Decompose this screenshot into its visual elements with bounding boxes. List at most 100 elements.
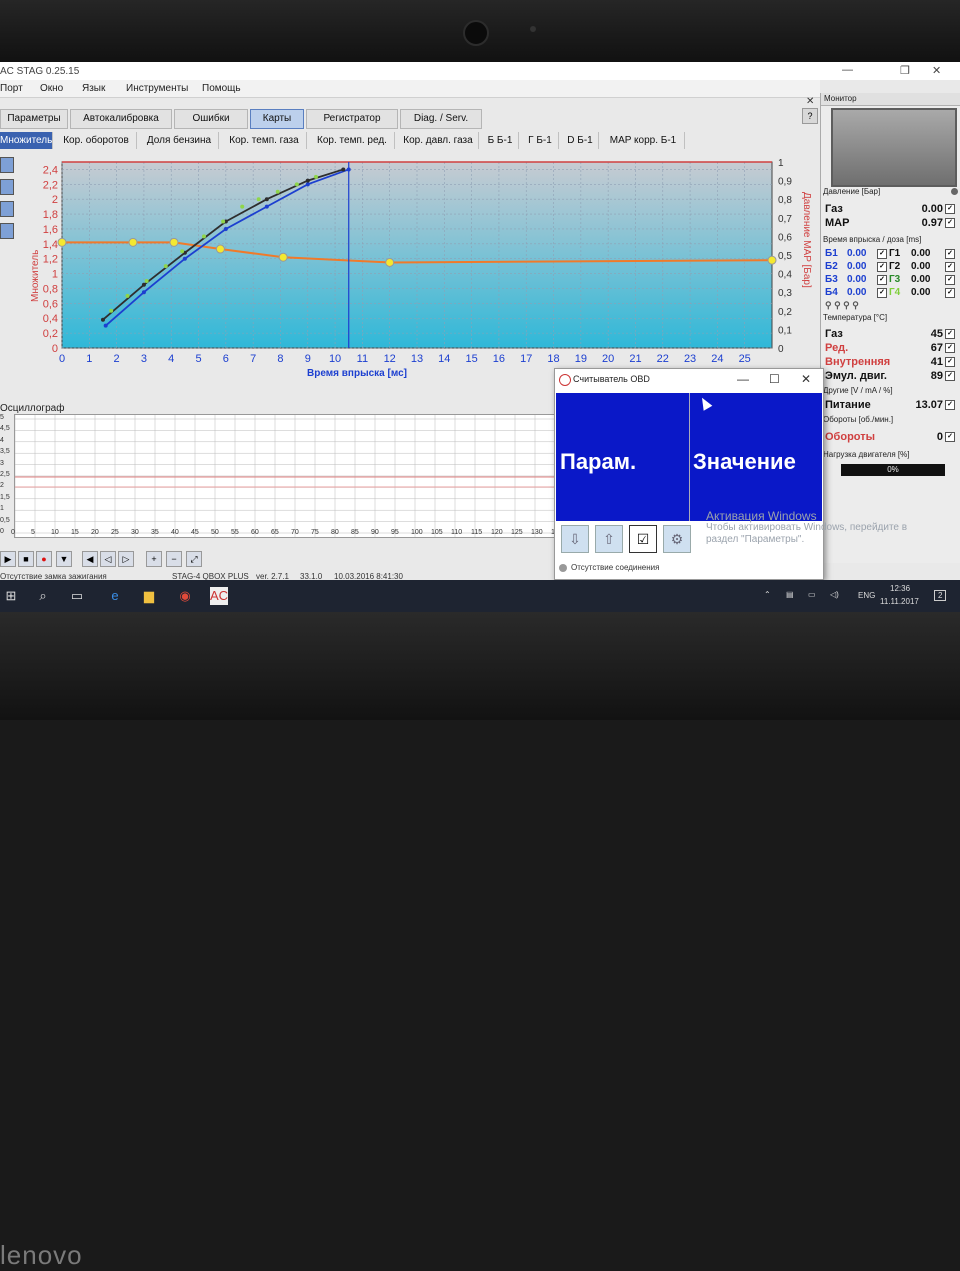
ac-stag-taskbar-icon[interactable]: AC: [210, 587, 228, 605]
restore-icon[interactable]: ❐: [900, 64, 910, 77]
gas-injector-checkbox[interactable]: ✓: [945, 288, 955, 298]
battery-icon[interactable]: ▭: [808, 590, 816, 599]
step-forward-icon[interactable]: ▷: [118, 551, 134, 567]
subtab-g-b1[interactable]: Г Б-1: [522, 132, 559, 149]
temperature-checkbox[interactable]: ✓: [945, 343, 955, 353]
subtab-gas-temp-corr[interactable]: Кор. темп. газа: [222, 132, 307, 149]
gas-pressure-checkbox[interactable]: ✓: [945, 204, 955, 214]
stop-icon[interactable]: ■: [18, 551, 34, 567]
multiplier-node[interactable]: [128, 237, 138, 247]
windows-start-icon[interactable]: ⊞: [2, 587, 20, 605]
oscillo-x-tick: 90: [371, 529, 379, 536]
zoom-in-icon[interactable]: +: [146, 551, 162, 567]
help-icon[interactable]: ?: [802, 108, 818, 124]
tab-parameters[interactable]: Параметры: [0, 109, 68, 129]
obd-minimize-icon[interactable]: —: [737, 372, 749, 386]
save-icon[interactable]: ▼: [56, 551, 72, 567]
search-icon[interactable]: ⌕: [34, 587, 52, 605]
multiplier-node[interactable]: [169, 237, 179, 247]
clock-date[interactable]: 11.11.2017: [880, 597, 919, 606]
subtab-multiplier[interactable]: Множитель: [0, 132, 53, 149]
series-point: [221, 219, 226, 224]
subtab-gas-press-corr[interactable]: Кор. давл. газа: [398, 132, 479, 149]
injector-row: Б3 0.00 ✓ Г3 0.00 ✓: [825, 274, 959, 286]
temperature-checkbox[interactable]: ✓: [945, 357, 955, 367]
checkmark-icon[interactable]: ☑: [629, 525, 657, 553]
menu-language[interactable]: Язык: [82, 83, 105, 94]
menu-window[interactable]: Окно: [40, 83, 63, 94]
rpm-label: Обороты: [825, 431, 876, 443]
network-icon[interactable]: ▤: [786, 590, 794, 599]
x-tick-label: 5: [195, 353, 201, 365]
tab-diag-serv[interactable]: Diag. / Serv.: [400, 109, 482, 129]
oscillo-y-tick: 0,5: [0, 516, 10, 524]
petrol-injector-checkbox[interactable]: ✓: [877, 275, 887, 285]
map-checkbox[interactable]: ✓: [945, 218, 955, 228]
subtab-map-corr[interactable]: MAP корр. Б-1: [602, 132, 685, 149]
rpm-checkbox[interactable]: ✓: [945, 432, 955, 442]
multiplier-node[interactable]: [278, 252, 288, 262]
obd-maximize-icon[interactable]: ☐: [769, 372, 780, 386]
oscillo-x-tick: 50: [211, 529, 219, 536]
petrol-injector-checkbox[interactable]: ✓: [877, 288, 887, 298]
rewind-icon[interactable]: ◀: [82, 551, 98, 567]
step-back-icon[interactable]: ◁: [100, 551, 116, 567]
menu-tools[interactable]: Инструменты: [126, 83, 188, 94]
gas-injector-checkbox[interactable]: ✓: [945, 249, 955, 259]
petrol-injector-label: Б2: [825, 261, 838, 272]
temperature-value: 41: [930, 356, 943, 368]
task-view-icon[interactable]: ▭: [68, 587, 86, 605]
clock-time[interactable]: 12:36: [890, 584, 910, 593]
multiplier-chart-svg[interactable]: 0 1 2 3 4 5 6 7 8 9 10 11 12 13 14 15 16 17 18 19 20 21 22 23 24…: [0, 152, 820, 392]
multiplier-node[interactable]: [767, 255, 777, 265]
play-icon[interactable]: ▶: [0, 551, 16, 567]
temperature-label: Газ: [825, 328, 843, 340]
temperature-checkbox[interactable]: ✓: [945, 329, 955, 339]
edge-browser-icon[interactable]: e: [106, 587, 124, 605]
tab-recorder[interactable]: Регистратор: [306, 109, 398, 129]
oscillo-y-tick: 2: [0, 482, 4, 490]
arrow-down-icon[interactable]: ⇩: [561, 525, 589, 553]
temperature-label: Эмул. двиг.: [825, 370, 887, 382]
subtab-d-b1[interactable]: D Б-1: [562, 132, 599, 149]
menu-port[interactable]: Порт: [0, 83, 23, 94]
obd-close-icon[interactable]: ✕: [801, 372, 811, 386]
series-point: [202, 234, 206, 239]
tray-arrow-icon[interactable]: ⌃: [764, 590, 771, 599]
menu-help[interactable]: Помощь: [202, 83, 241, 94]
record-icon[interactable]: ●: [36, 551, 52, 567]
close-icon[interactable]: ✕: [932, 64, 941, 77]
multiplier-node[interactable]: [385, 257, 395, 267]
multiplier-node[interactable]: [215, 244, 225, 254]
subtab-petrol-share[interactable]: Доля бензина: [140, 132, 219, 149]
oscillograph-svg: [14, 415, 556, 537]
minimize-icon[interactable]: —: [842, 64, 853, 76]
gas-injector-checkbox[interactable]: ✓: [945, 275, 955, 285]
settings-icon[interactable]: ⚙: [663, 525, 691, 553]
arrow-up-icon[interactable]: ⇧: [595, 525, 623, 553]
zoom-out-icon[interactable]: −: [166, 551, 182, 567]
subtab-b-b1[interactable]: Б Б-1: [482, 132, 519, 149]
temperature-checkbox[interactable]: ✓: [945, 371, 955, 381]
tab-autocalibration[interactable]: Автокалибровка: [70, 109, 172, 129]
series-point: [141, 290, 146, 295]
tab-maps[interactable]: Карты: [250, 109, 304, 129]
temperature-label: Внутренняя: [825, 356, 891, 368]
gas-injector-checkbox[interactable]: ✓: [945, 262, 955, 272]
tab-errors[interactable]: Ошибки: [174, 109, 248, 129]
petrol-injector-checkbox[interactable]: ✓: [877, 249, 887, 259]
petrol-injector-checkbox[interactable]: ✓: [877, 262, 887, 272]
chrome-icon[interactable]: ◉: [176, 587, 194, 605]
oscillo-x-tick: 25: [111, 529, 119, 536]
subtab-rpm-corr[interactable]: Кор. оборотов: [56, 132, 137, 149]
subtab-red-temp-corr[interactable]: Кор. темп. ред.: [310, 132, 395, 149]
monitor-screen: [831, 108, 957, 187]
file-explorer-icon[interactable]: ▆: [140, 587, 158, 605]
notification-badge[interactable]: 2: [934, 590, 947, 601]
power-checkbox[interactable]: ✓: [945, 400, 955, 410]
volume-icon[interactable]: ◁): [830, 590, 839, 599]
multiplier-node[interactable]: [57, 237, 67, 247]
zoom-fit-icon[interactable]: ⤢: [186, 551, 202, 567]
oscillograph[interactable]: [14, 414, 556, 538]
language-indicator[interactable]: ENG: [858, 591, 875, 600]
